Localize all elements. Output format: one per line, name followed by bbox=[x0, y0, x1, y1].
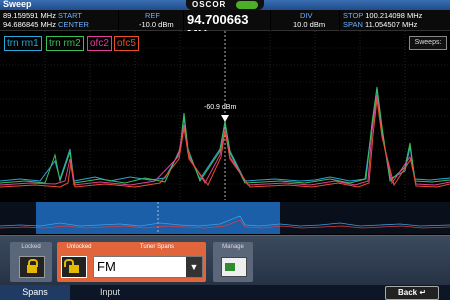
center-frequency-panel[interactable]: 94.700663 MHz bbox=[184, 10, 270, 42]
stop-label: STOP bbox=[343, 11, 364, 20]
marker-readout: -60.9 dBm bbox=[204, 104, 237, 111]
ref-panel[interactable]: REF -10.0 dBm bbox=[119, 10, 183, 31]
control-panel: Locked Unlocked Tuner Spans FM ▼ Manage bbox=[0, 235, 450, 286]
manage-icon bbox=[221, 257, 247, 277]
marker-icon bbox=[221, 115, 229, 122]
div-label: DIV bbox=[300, 11, 313, 20]
window-title: Sweep bbox=[3, 0, 32, 9]
unlocked-caption: Unlocked bbox=[66, 244, 92, 250]
center-label: CENTER bbox=[58, 20, 89, 29]
tab-input[interactable]: Input bbox=[75, 285, 145, 300]
span-overview[interactable] bbox=[0, 202, 450, 234]
unlock-icon[interactable] bbox=[61, 256, 87, 278]
div-value: 10.0 dBm bbox=[293, 20, 326, 29]
bottom-tab-bar: Spans Input Back ↵ bbox=[0, 285, 450, 300]
manage-button[interactable]: Manage bbox=[213, 242, 253, 282]
tuner-spans-panel: Unlocked Tuner Spans FM ▼ bbox=[57, 242, 206, 282]
spectrum-graph bbox=[0, 31, 450, 200]
tuner-spans-select[interactable]: FM ▼ bbox=[93, 256, 203, 278]
sweeps-button[interactable]: Sweeps: bbox=[409, 36, 447, 50]
locked-button[interactable]: Locked bbox=[10, 242, 52, 282]
chevron-down-icon[interactable]: ▼ bbox=[186, 257, 202, 277]
back-button[interactable]: Back ↵ bbox=[385, 286, 439, 300]
legend-trn-rm1[interactable]: trn rm1 bbox=[4, 36, 42, 51]
start-center-panel[interactable]: 89.159591 MHz START 94.686845 MHz CENTER bbox=[0, 10, 118, 31]
oscor-logo: OSCOR bbox=[186, 0, 264, 10]
logo-badge-icon bbox=[236, 1, 258, 9]
start-value: 89.159591 MHz bbox=[3, 11, 56, 20]
legend-ofc5[interactable]: ofc5 bbox=[114, 36, 139, 51]
lock-icon bbox=[19, 256, 45, 278]
logo-text: OSCOR bbox=[192, 0, 227, 9]
ref-value: -10.0 dBm bbox=[139, 20, 174, 29]
spectrum-plot[interactable]: -60.9 dBm trn rm1 trn rm2 ofc2 ofc5 Swee… bbox=[0, 31, 450, 200]
overview-graph bbox=[0, 202, 450, 234]
stop-span-panel[interactable]: STOP 100.214098 MHz SPAN 11.054507 MHz bbox=[340, 10, 450, 31]
legend-trn-rm2[interactable]: trn rm2 bbox=[46, 36, 84, 51]
manage-caption: Manage bbox=[222, 244, 244, 250]
tab-spans[interactable]: Spans bbox=[0, 285, 70, 300]
legend-ofc2[interactable]: ofc2 bbox=[87, 36, 112, 51]
ref-label: REF bbox=[145, 11, 160, 20]
tuner-spans-value: FM bbox=[97, 259, 116, 274]
locked-caption: Locked bbox=[21, 244, 41, 250]
span-label: SPAN bbox=[343, 20, 363, 29]
div-panel[interactable]: DIV 10.0 dBm bbox=[271, 10, 339, 31]
span-value: 11.054507 MHz bbox=[364, 20, 418, 29]
start-label: START bbox=[58, 11, 82, 20]
center-value: 94.686845 MHz bbox=[3, 20, 56, 29]
stop-value: 100.214098 MHz bbox=[365, 11, 423, 20]
tuner-spans-caption: Tuner Spans bbox=[139, 244, 175, 250]
